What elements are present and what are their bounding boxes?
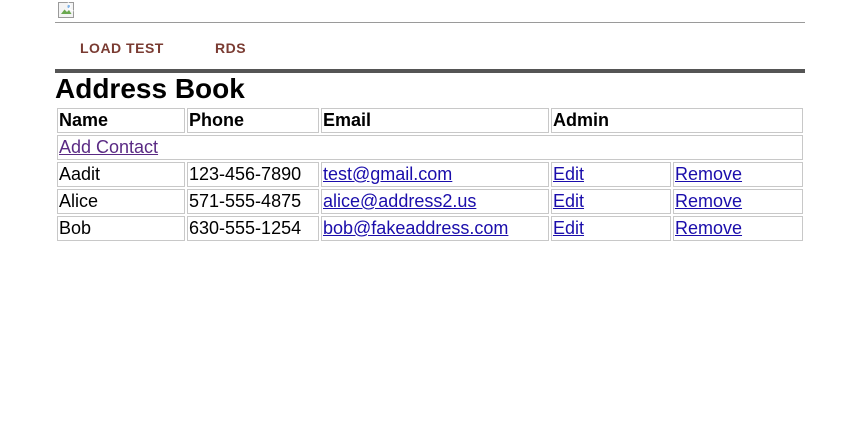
contact-name: Aadit bbox=[57, 162, 185, 187]
edit-link[interactable]: Edit bbox=[553, 164, 584, 184]
remove-link[interactable]: Remove bbox=[675, 191, 742, 211]
edit-link[interactable]: Edit bbox=[553, 218, 584, 238]
nav-rds-link[interactable]: RDS bbox=[215, 38, 246, 58]
contact-email-link[interactable]: bob@fakeaddress.com bbox=[323, 218, 508, 238]
add-contact-cell: Add Contact bbox=[57, 135, 803, 160]
page: LOAD TEST RDS Address Book Name Phone Em… bbox=[0, 0, 853, 442]
add-contact-link[interactable]: Add Contact bbox=[59, 137, 158, 157]
top-nav: LOAD TEST RDS bbox=[55, 38, 805, 58]
contact-email-link[interactable]: alice@address2.us bbox=[323, 191, 476, 211]
edit-cell: Edit bbox=[551, 189, 671, 214]
contact-phone: 123-456-7890 bbox=[187, 162, 319, 187]
remove-cell: Remove bbox=[673, 162, 803, 187]
remove-cell: Remove bbox=[673, 216, 803, 241]
add-contact-row: Add Contact bbox=[57, 135, 803, 160]
address-book-table: Name Phone Email Admin Add Contact Aadit… bbox=[55, 106, 805, 243]
remove-link[interactable]: Remove bbox=[675, 218, 742, 238]
page-title: Address Book bbox=[55, 73, 245, 104]
column-header-name: Name bbox=[57, 108, 185, 133]
header-divider bbox=[55, 22, 805, 23]
column-header-phone: Phone bbox=[187, 108, 319, 133]
table-row: Aadit 123-456-7890 test@gmail.com Edit R… bbox=[57, 162, 803, 187]
contact-email-link[interactable]: test@gmail.com bbox=[323, 164, 452, 184]
edit-cell: Edit bbox=[551, 162, 671, 187]
contact-name: Bob bbox=[57, 216, 185, 241]
table-header-row: Name Phone Email Admin bbox=[57, 108, 803, 133]
contact-phone: 571-555-4875 bbox=[187, 189, 319, 214]
contact-email-cell: alice@address2.us bbox=[321, 189, 549, 214]
column-header-admin: Admin bbox=[551, 108, 803, 133]
edit-cell: Edit bbox=[551, 216, 671, 241]
edit-link[interactable]: Edit bbox=[553, 191, 584, 211]
contact-email-cell: test@gmail.com bbox=[321, 162, 549, 187]
nav-load-test-link[interactable]: LOAD TEST bbox=[80, 38, 164, 58]
contact-phone: 630-555-1254 bbox=[187, 216, 319, 241]
column-header-email: Email bbox=[321, 108, 549, 133]
table-row: Alice 571-555-4875 alice@address2.us Edi… bbox=[57, 189, 803, 214]
table-row: Bob 630-555-1254 bob@fakeaddress.com Edi… bbox=[57, 216, 803, 241]
contact-email-cell: bob@fakeaddress.com bbox=[321, 216, 549, 241]
remove-cell: Remove bbox=[673, 189, 803, 214]
broken-image-icon bbox=[57, 1, 75, 19]
contact-name: Alice bbox=[57, 189, 185, 214]
remove-link[interactable]: Remove bbox=[675, 164, 742, 184]
